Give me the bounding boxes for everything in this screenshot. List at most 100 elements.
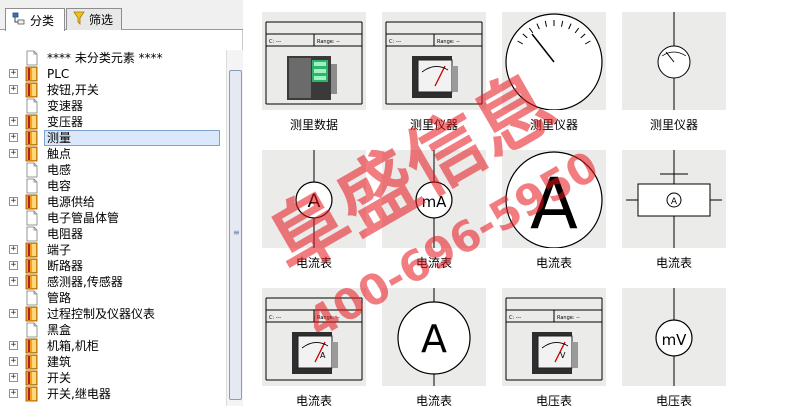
tree-item[interactable]: + 电源供给 [0,194,226,210]
expand-plus-icon[interactable]: + [9,245,18,254]
tree-item[interactable]: + 按钮,开关 [0,82,226,98]
expand-plus-icon[interactable]: + [9,149,18,158]
symbol-tile[interactable]: 测里仪器 [622,12,726,132]
expand-plus-icon[interactable]: + [9,357,18,366]
tree-icon [12,12,26,29]
svg-text:Range: --: Range: -- [557,315,580,321]
symbol-tile[interactable]: C: --- Range: -- V 电压表 [502,288,606,406]
symbol-caption: 电压表 [535,394,572,406]
tree-item-label: 断路器 [47,259,84,273]
tree-item-label: 电阻器 [47,227,84,241]
svg-text:C: ---: C: --- [389,39,401,45]
svg-text:Range: --: Range: -- [317,39,340,45]
svg-text:A: A [671,197,678,207]
expand-plus-icon[interactable]: + [9,69,18,78]
tree-item-label: 电源供给 [47,195,96,209]
tree-item-label: 机箱,机柜 [47,339,99,353]
tree-item[interactable]: + 机箱,机柜 [0,338,226,354]
tree-item[interactable]: + 测量 [0,130,226,146]
tree-item[interactable]: + PLC [0,66,226,82]
sheet-meter-icon: C: --- Range: -- A [265,297,363,381]
tree-item-label: 开关 [47,371,72,385]
expand-plus-icon[interactable]: + [9,261,18,270]
expand-plus-icon[interactable]: + [9,341,18,350]
symbol-preview: C: --- Range: -- V [502,288,606,386]
symbol-tile[interactable]: A 电流表 [262,150,366,270]
expand-plus-icon[interactable]: + [9,389,18,398]
tree-item-label: **** 未分类元素 **** [47,51,163,65]
library-book-icon [24,66,39,82]
expand-plus-icon[interactable]: + [9,197,18,206]
panel-tabbar: 分类 筛选 [0,0,243,31]
file-icon [24,322,39,338]
tree-item[interactable]: + 感测器,传感器 [0,274,226,290]
symbol-tile[interactable]: A 电流表 [622,150,726,270]
tree-item[interactable]: + 开关,继电器 [0,386,226,402]
symbol-tile[interactable]: mA 电流表 [382,150,486,270]
file-icon [24,162,39,178]
tree-item[interactable]: + 断路器 [0,258,226,274]
tree-item[interactable]: 黑盒 [0,322,226,338]
svg-text:A: A [421,317,447,361]
expand-plus-icon[interactable]: + [9,133,18,142]
tree-item-label: 电容 [47,179,72,193]
expand-plus-icon[interactable]: + [9,117,18,126]
tree-item[interactable]: 电阻器 [0,226,226,242]
sheet-meter-icon: C: --- Range: -- [385,21,483,105]
big-letter-icon: A [505,151,603,248]
tab-filter-label: 筛选 [89,13,114,27]
symbol-preview: C: --- Range: -- [262,12,366,110]
tree-item-label: 电感 [47,163,72,177]
tree-item[interactable]: + 端子 [0,242,226,258]
scrollbar-thumb[interactable]: ≡ [229,70,242,400]
expand-plus-icon[interactable]: + [9,277,18,286]
tree-item-label: 测量 [44,130,220,146]
tree-item[interactable]: + 触点 [0,146,226,162]
category-panel: 分类 筛选 **** 未分类元素 **** + PLC + 按钮,开关 变速器 + 变压器 + 测… [0,0,243,406]
expand-plus-icon[interactable]: + [9,85,18,94]
library-book-icon [24,354,39,370]
tree-item[interactable]: 电容 [0,178,226,194]
file-icon [24,178,39,194]
symbol-tile[interactable]: 测里仪器 [502,12,606,132]
svg-text:mA: mA [422,193,448,211]
symbol-tile[interactable]: C: --- Range: -- 测里数据 [262,12,366,132]
tree-item-label: 端子 [47,243,72,257]
svg-text:A: A [308,190,321,212]
tree-item[interactable]: 电子管晶体管 [0,210,226,226]
sheet-meter-icon: C: --- Range: -- V [505,297,603,381]
library-book-icon [24,258,39,274]
tree-item[interactable]: **** 未分类元素 **** [0,50,226,66]
tree-item[interactable]: 变速器 [0,98,226,114]
tree-item[interactable]: + 过程控制及仪器仪表 [0,306,226,322]
sheet-device-icon: C: --- Range: -- [265,21,363,105]
symbol-caption: 电流表 [295,394,332,406]
tree-scrollbar[interactable]: ≡ [226,50,243,406]
tree-item-label: 管路 [47,291,72,305]
tree-item[interactable]: 管路 [0,290,226,306]
expand-plus-icon[interactable]: + [9,373,18,382]
symbol-tile[interactable]: A 电流表 [382,288,486,406]
tree-item-label: 感测器,传感器 [47,275,123,289]
tab-filter[interactable]: 筛选 [66,8,122,30]
tree-item-label: 触点 [47,147,72,161]
library-book-icon [24,146,39,162]
symbol-tile[interactable]: A 电流表 [502,150,606,270]
file-icon [24,50,39,66]
expand-plus-icon[interactable]: + [9,309,18,318]
symbol-tile[interactable]: C: --- Range: -- A 电流表 [262,288,366,406]
symbol-tile[interactable]: mV 电压表 [622,288,726,406]
tree-item[interactable]: + 开关 [0,370,226,386]
symbol-preview: A [622,150,726,248]
tree-item-label: 变压器 [47,115,84,129]
symbol-tile[interactable]: C: --- Range: -- 测里仪器 [382,12,486,132]
library-book-icon [24,194,39,210]
tree-item-label: 按钮,开关 [47,83,99,97]
circle-text-icon: mV [655,288,693,386]
tab-category[interactable]: 分类 [5,8,65,31]
tree-item[interactable]: + 建筑 [0,354,226,370]
category-tree: **** 未分类元素 **** + PLC + 按钮,开关 变速器 + 变压器 + 测量 + 触点 电感… [0,50,226,406]
tree-item[interactable]: 电感 [0,162,226,178]
library-book-icon [24,370,39,386]
tree-item[interactable]: + 变压器 [0,114,226,130]
